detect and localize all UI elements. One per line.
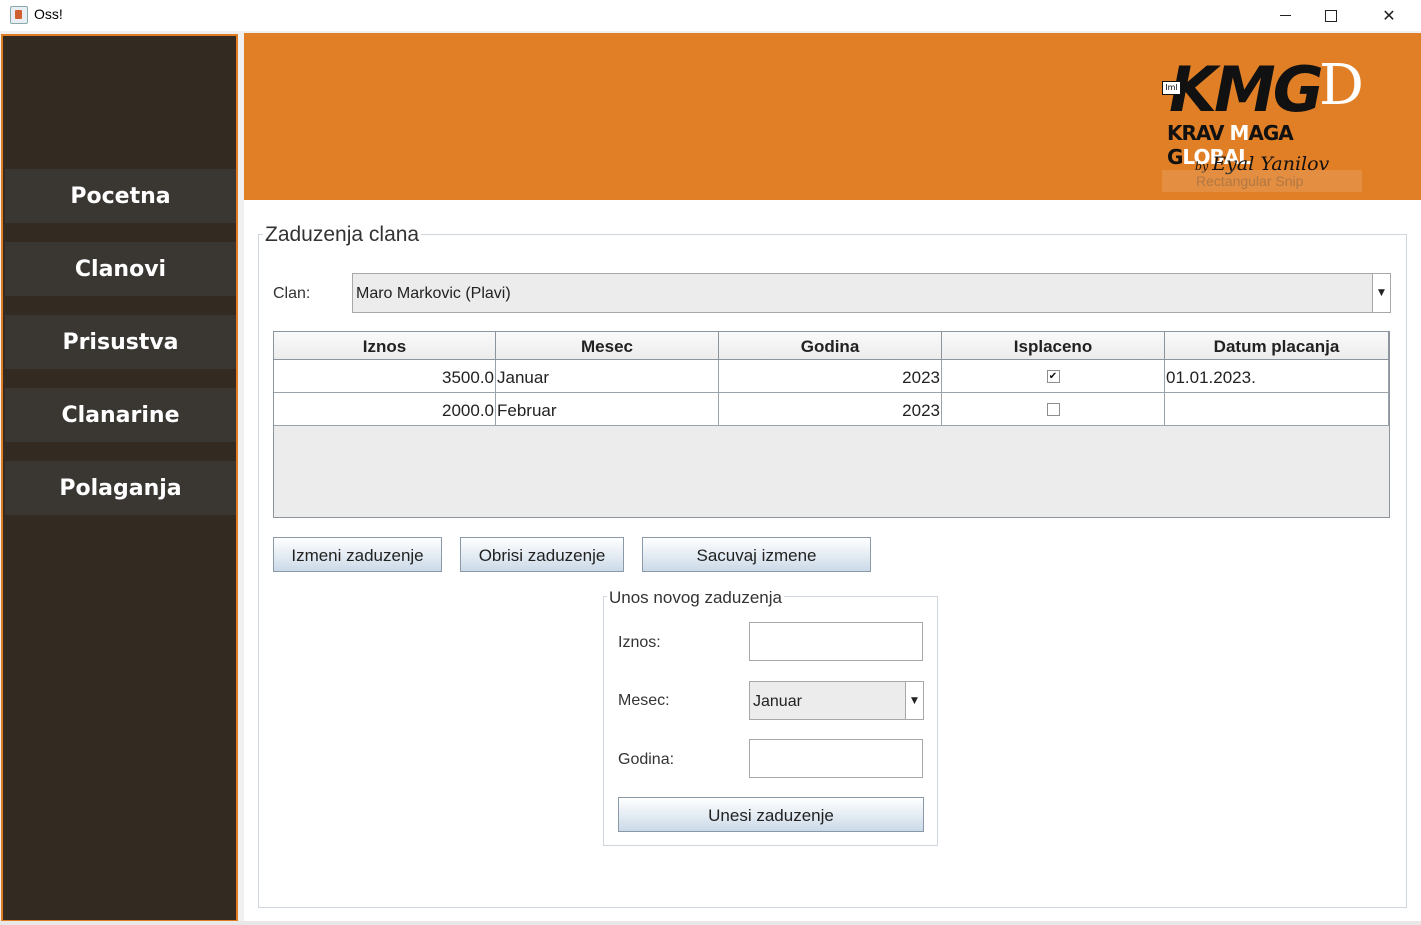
- amount-label: Iznos:: [618, 634, 661, 651]
- month-select-value: Januar: [753, 693, 802, 710]
- cell-datum[interactable]: [1165, 393, 1389, 426]
- logo-chip: Iml: [1162, 81, 1181, 95]
- column-header-mesec[interactable]: Mesec: [496, 332, 719, 360]
- year-input[interactable]: [749, 739, 923, 778]
- amount-input[interactable]: [749, 622, 923, 661]
- sidebar-item-clanarine[interactable]: Clanarine: [5, 388, 236, 442]
- maximize-button[interactable]: [1308, 0, 1354, 31]
- snip-overlay: Rectangular Snip: [1162, 170, 1362, 192]
- member-select[interactable]: Maro Markovic (Plavi) ▼: [352, 273, 1391, 313]
- year-label: Godina:: [618, 751, 675, 768]
- sidebar-item-prisustva[interactable]: Prisustva: [5, 315, 236, 369]
- header-banner: KMG D Iml KRAV MAGA GLOBAL by Eyal Yanilo…: [244, 33, 1421, 200]
- minimize-icon: [1279, 15, 1291, 16]
- paid-checkbox[interactable]: ✔: [1046, 370, 1060, 384]
- sidebar-item-pocetna[interactable]: Pocetna: [5, 169, 236, 223]
- window-titlebar: Oss! ✕: [0, 0, 1421, 31]
- cell-datum[interactable]: 01.01.2023.: [1165, 360, 1389, 393]
- close-button[interactable]: ✕: [1366, 0, 1412, 31]
- logo-main-text: KMG: [1169, 53, 1324, 126]
- month-select[interactable]: Januar ▼: [749, 681, 924, 720]
- member-label: Clan:: [273, 285, 311, 302]
- sidebar-item-clanovi[interactable]: Clanovi: [5, 242, 236, 296]
- cell-isplaceno[interactable]: [942, 393, 1165, 426]
- column-header-datum[interactable]: Datum placanja: [1165, 332, 1389, 360]
- window-bottom-edge: [0, 921, 1421, 925]
- cell-mesec[interactable]: Februar: [496, 393, 719, 426]
- column-header-godina[interactable]: Godina: [719, 332, 942, 360]
- cell-isplaceno[interactable]: ✔: [942, 360, 1165, 393]
- cell-iznos[interactable]: 2000.0: [274, 393, 496, 426]
- member-select-value: Maro Markovic (Plavi): [356, 285, 511, 302]
- panel-title: Zaduzenja clana: [263, 223, 422, 247]
- add-charge-button[interactable]: Unesi zaduzenje: [618, 797, 924, 832]
- minimize-button[interactable]: [1262, 0, 1308, 31]
- chevron-down-icon[interactable]: ▼: [905, 682, 923, 719]
- main-content: Zaduzenja clana Clan: Maro Markovic (Pla…: [244, 200, 1421, 922]
- month-label: Mesec:: [618, 692, 670, 709]
- table-row[interactable]: 2000.0 Februar 2023: [274, 393, 1389, 426]
- kmg-logo: KMG D Iml KRAV MAGA GLOBAL by Eyal Yanilo…: [1159, 43, 1379, 198]
- logo-d-mark: D: [1319, 53, 1364, 118]
- paid-checkbox[interactable]: [1046, 403, 1060, 417]
- java-app-icon: [10, 6, 28, 24]
- cell-godina[interactable]: 2023: [719, 393, 942, 426]
- table-row[interactable]: 3500.0 Januar 2023 ✔ 01.01.2023.: [274, 360, 1389, 393]
- save-changes-button[interactable]: Sacuvaj izmene: [642, 537, 871, 572]
- cell-iznos[interactable]: 3500.0: [274, 360, 496, 393]
- charges-table: Iznos Mesec Godina Isplaceno Datum placa…: [273, 331, 1390, 518]
- cell-mesec[interactable]: Januar: [496, 360, 719, 393]
- column-header-iznos[interactable]: Iznos: [274, 332, 496, 360]
- chevron-down-icon[interactable]: ▼: [1372, 274, 1390, 312]
- window-title: Oss!: [34, 6, 63, 22]
- table-header: Iznos Mesec Godina Isplaceno Datum placa…: [274, 332, 1389, 360]
- edit-charge-button[interactable]: Izmeni zaduzenje: [273, 537, 442, 572]
- close-icon: ✕: [1382, 6, 1396, 25]
- delete-charge-button[interactable]: Obrisi zaduzenje: [460, 537, 624, 572]
- new-charge-title: Unos novog zaduzenja: [607, 588, 784, 608]
- sidebar-item-polaganja[interactable]: Polaganja: [5, 461, 236, 515]
- maximize-icon: [1325, 9, 1337, 22]
- column-header-isplaceno[interactable]: Isplaceno: [942, 332, 1165, 360]
- sidebar: Pocetna Clanovi Prisustva Clanarine Pola…: [1, 34, 238, 922]
- cell-godina[interactable]: 2023: [719, 360, 942, 393]
